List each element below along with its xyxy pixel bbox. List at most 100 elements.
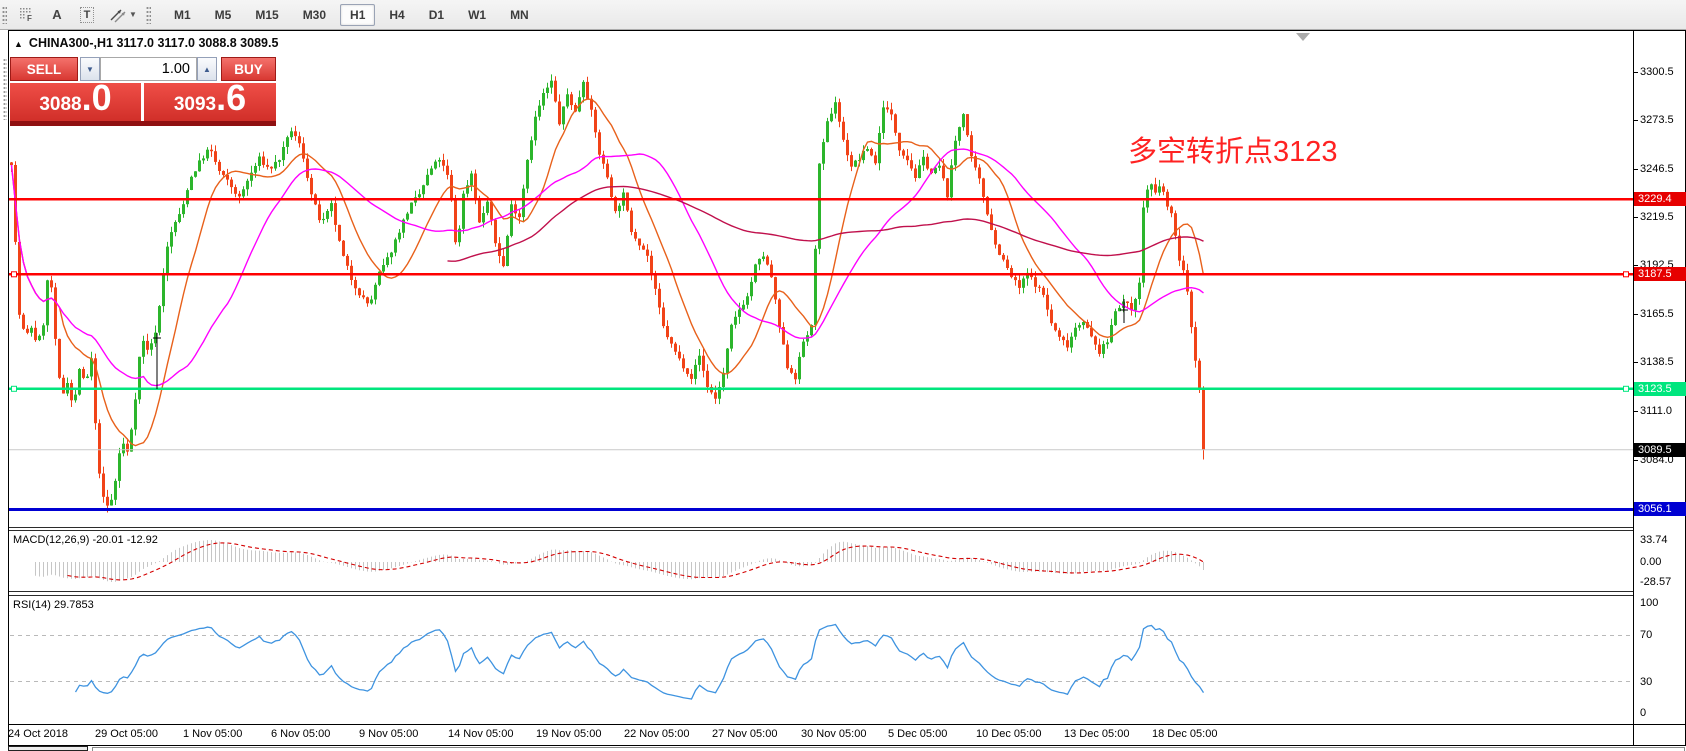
candle-body (538, 106, 541, 117)
candle-body (886, 107, 889, 109)
candle-body (730, 325, 733, 349)
timeframe-w1[interactable]: W1 (458, 4, 496, 26)
price-badge-3056-1: 3056.1 (1634, 502, 1686, 516)
price-tick (1633, 362, 1638, 363)
price-tick-label: 3165.5 (1640, 308, 1674, 320)
candle-body (1178, 236, 1181, 261)
hline-handle[interactable] (12, 386, 17, 391)
candle-body (234, 187, 237, 194)
ma-110-line[interactable] (448, 187, 1204, 262)
candle-body (282, 147, 285, 160)
timeframe-h4[interactable]: H4 (379, 4, 414, 26)
toolbar-drag-handle-2[interactable] (146, 6, 151, 24)
volume-increase-button[interactable]: ▲ (197, 57, 217, 81)
buy-price[interactable]: 3093.6 (144, 83, 276, 121)
timeframe-m1[interactable]: M1 (164, 4, 201, 26)
candle-body (962, 114, 965, 127)
main-macd-separator[interactable] (9, 527, 1633, 528)
timeframe-d1[interactable]: D1 (419, 4, 454, 26)
candle-body (102, 474, 105, 497)
time-axis-label: 14 Nov 05:00 (448, 728, 513, 740)
candle-body (606, 164, 609, 178)
chart-header: ▲CHINA300-,H1 3117.0 3117.0 3088.8 3089.… (14, 36, 278, 50)
volume-input[interactable] (100, 57, 197, 81)
candle-body (222, 171, 225, 175)
collapse-chart-icon[interactable]: ▲ (14, 39, 23, 49)
toolbar-drag-handle[interactable] (2, 6, 7, 24)
hline-handle[interactable] (12, 272, 17, 277)
candle-body (50, 280, 53, 287)
candle-body (682, 358, 685, 368)
rsi-panel[interactable] (9, 597, 1633, 724)
candle-body (958, 127, 961, 141)
candle-body (694, 365, 697, 379)
candle-body (834, 102, 837, 113)
candle-body (938, 166, 941, 168)
bottom-tab-stub[interactable] (8, 746, 88, 751)
candle-body (482, 213, 485, 222)
candle-body (870, 149, 873, 155)
timeframe-m15[interactable]: M15 (245, 4, 288, 26)
chart-annotation-text[interactable]: 多空转折点3123 (1128, 128, 1338, 170)
sell-price[interactable]: 3088.0 (10, 83, 141, 121)
candle-body (1182, 261, 1185, 271)
candle-body (658, 289, 661, 308)
candle-body (114, 481, 117, 500)
candle-body (822, 142, 825, 164)
candle-body (890, 109, 893, 114)
candle-body (874, 155, 877, 163)
candle-body (630, 211, 633, 232)
text-box-icon[interactable]: T (74, 4, 100, 26)
macd-panel[interactable] (9, 532, 1633, 591)
candle-body (214, 151, 217, 162)
rsi-axis-label: 30 (1640, 676, 1652, 688)
candle-body (878, 133, 881, 163)
ma-13-line[interactable] (12, 99, 1204, 446)
candle-body (342, 241, 345, 256)
trade-panel-handle[interactable] (3, 58, 7, 120)
hline-handle[interactable] (1624, 386, 1629, 391)
draw-tools-icon[interactable]: ▼ (104, 4, 142, 26)
hline-handle[interactable] (1624, 272, 1629, 277)
candle-body (766, 257, 769, 265)
quick-nav-arrow-icon[interactable] (1296, 33, 1310, 41)
price-tick (1633, 217, 1638, 218)
macd-rsi-separator[interactable] (9, 591, 1633, 592)
candle-body (762, 257, 765, 260)
candle-body (1106, 342, 1109, 344)
candle-body (1158, 186, 1161, 192)
candle-body (950, 165, 953, 197)
candle-body (582, 82, 585, 97)
candle-body (838, 102, 841, 122)
timeframe-m30[interactable]: M30 (293, 4, 336, 26)
candle-body (82, 369, 85, 378)
candle-body (894, 114, 897, 133)
macd-axis-label: 33.74 (1640, 534, 1668, 546)
text-label-glyph: A (52, 7, 61, 22)
candle-body (1138, 283, 1141, 299)
grid-f-icon[interactable]: F (14, 4, 40, 26)
candle-body (954, 141, 957, 166)
candle-body (338, 225, 341, 241)
candle-body (1014, 277, 1017, 280)
time-axis-label: 10 Dec 05:00 (976, 728, 1041, 740)
candle-body (994, 230, 997, 245)
candle-body (254, 166, 257, 173)
time-axis-label: 29 Oct 05:00 (95, 728, 158, 740)
candle-body (882, 107, 885, 133)
bottom-tab-bar[interactable] (92, 747, 1685, 751)
candle-body (306, 159, 309, 178)
candle-body (42, 325, 45, 335)
candle-body (346, 256, 349, 266)
timeframe-mn[interactable]: MN (500, 4, 539, 26)
candle-body (514, 204, 517, 213)
candle-body (162, 274, 165, 306)
candle-body (662, 308, 665, 327)
candle-body (794, 373, 797, 379)
candle-body (1102, 344, 1105, 354)
candle-body (218, 162, 221, 171)
timeframe-m5[interactable]: M5 (205, 4, 242, 26)
timeframe-h1[interactable]: H1 (340, 4, 375, 26)
text-label-icon[interactable]: A (44, 4, 70, 26)
sell-button[interactable]: SELL (10, 57, 78, 81)
